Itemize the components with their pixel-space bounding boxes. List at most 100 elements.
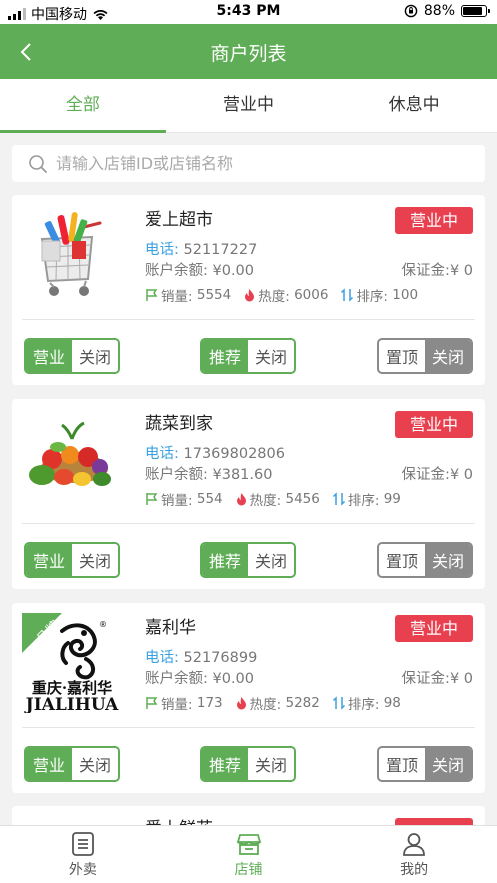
business-off-label: 关闭 <box>72 748 118 780</box>
store-card[interactable]: 爱上超市 营业中 电话: 52117227 账户余额: ¥0.00 保证金:¥ … <box>12 195 485 385</box>
business-on-label: 营业 <box>26 340 72 372</box>
pin-on-label: 置顶 <box>379 544 425 576</box>
tab-takeout[interactable]: 外卖 <box>0 826 166 883</box>
rank-stat: 排序: 98 <box>332 693 401 713</box>
tab-all[interactable]: 全部 <box>0 79 166 133</box>
sort-icon <box>332 492 345 506</box>
bottom-tab-bar: 外卖 店铺 我的 <box>0 825 497 883</box>
heat-label: 热度: <box>258 289 290 305</box>
tab-mine[interactable]: 我的 <box>331 826 497 883</box>
tab-mine-label: 我的 <box>400 862 429 878</box>
business-on-label: 营业 <box>26 748 72 780</box>
battery-icon <box>461 5 490 17</box>
store-phone: 电话: 52176899 <box>145 646 257 667</box>
store-name: 蔬菜到家 <box>145 414 213 434</box>
store-logo-jialihua: 品牌 ® 重庆·嘉利华 JIALIHUA <box>22 613 122 713</box>
rank-value: 99 <box>383 491 401 507</box>
pin-off-label: 关闭 <box>425 544 471 576</box>
page-title: 商户列表 <box>210 43 287 65</box>
divider <box>22 523 475 524</box>
registered-mark: ® <box>99 620 107 629</box>
rank-label: 排序: <box>347 697 380 713</box>
sales-stat: 销量: 5554 <box>145 285 231 305</box>
store-image-vegetables <box>22 411 122 507</box>
business-toggle[interactable]: 营业 关闭 <box>24 338 120 374</box>
recommend-off-label: 关闭 <box>248 748 294 780</box>
phone-label: 电话: <box>145 446 179 462</box>
pin-on-label: 置顶 <box>379 748 425 780</box>
business-off-label: 关闭 <box>72 340 118 372</box>
deposit: 保证金:¥ 0 <box>402 259 473 280</box>
balance-value: ¥0.00 <box>212 671 255 687</box>
account-balance: 账户余额: ¥381.60 <box>145 463 272 484</box>
sales-label: 销量: <box>161 289 193 305</box>
tab-store-label: 店铺 <box>234 862 263 878</box>
orientation-lock-icon <box>404 4 418 18</box>
recommend-toggle[interactable]: 推荐 关闭 <box>200 338 296 374</box>
store-image-cart <box>22 207 122 303</box>
phone-label: 电话: <box>145 242 179 258</box>
account-balance: 账户余额: ¥0.00 <box>145 259 254 280</box>
deposit-value: ¥ 0 <box>449 263 473 279</box>
tab-open[interactable]: 营业中 <box>166 79 332 132</box>
recommend-off-label: 关闭 <box>248 340 294 372</box>
store-card[interactable]: 爱上鲜花 <box>12 806 485 826</box>
business-on-label: 营业 <box>26 544 72 576</box>
status-badge: 营业中 <box>395 207 473 234</box>
pin-top-toggle[interactable]: 置顶 关闭 <box>377 338 473 374</box>
recommend-on-label: 推荐 <box>202 748 248 780</box>
status-badge: 营业中 <box>395 411 473 438</box>
business-toggle[interactable]: 营业 关闭 <box>24 746 120 782</box>
list-icon <box>71 832 94 856</box>
flag-icon <box>146 289 158 301</box>
fire-icon <box>236 697 246 710</box>
tab-store[interactable]: 店铺 <box>166 826 332 883</box>
recommend-toggle[interactable]: 推荐 关闭 <box>200 542 296 578</box>
heat-stat: 热度: 5456 <box>235 489 320 509</box>
rank-label: 排序: <box>347 493 380 509</box>
store-stats: 销量: 173 热度: 5282 排序: 98 <box>145 693 413 713</box>
deposit-value: ¥ 0 <box>449 671 473 687</box>
pin-top-toggle[interactable]: 置顶 关闭 <box>377 746 473 782</box>
pin-on-label: 置顶 <box>379 340 425 372</box>
store-phone: 电话: 52117227 <box>145 238 257 259</box>
sales-label: 销量: <box>161 493 193 509</box>
balance-label: 账户余额: <box>145 671 208 687</box>
store-phone: 电话: 17369802806 <box>145 442 285 463</box>
deposit-label: 保证金: <box>401 671 450 687</box>
status-badge: 营业中 <box>395 615 473 642</box>
rank-stat: 排序: 99 <box>332 489 401 509</box>
recommend-off-label: 关闭 <box>248 544 294 576</box>
divider <box>22 727 475 728</box>
fire-icon <box>245 289 255 302</box>
store-icon <box>236 834 261 855</box>
tab-resting[interactable]: 休息中 <box>331 79 497 132</box>
pin-off-label: 关闭 <box>425 748 471 780</box>
phone-label: 电话: <box>145 650 179 666</box>
store-card[interactable]: 品牌 ® 重庆·嘉利华 JIALIHUA 嘉利华 营业中 电话: 5217689… <box>12 603 485 793</box>
sales-label: 销量: <box>161 697 193 713</box>
phone-number: 52176899 <box>183 650 258 666</box>
status-bar: 中国移动 5:43 PM 88% <box>0 0 497 24</box>
search-input[interactable] <box>56 154 456 173</box>
sort-icon <box>332 696 345 710</box>
account-balance: 账户余额: ¥0.00 <box>145 667 254 688</box>
heat-value: 5456 <box>285 491 320 507</box>
store-name: 爱上超市 <box>145 210 213 230</box>
business-off-label: 关闭 <box>72 544 118 576</box>
pin-top-toggle[interactable]: 置顶 关闭 <box>377 542 473 578</box>
rank-value: 98 <box>383 695 401 711</box>
user-icon <box>403 833 426 856</box>
deposit: 保证金:¥ 0 <box>402 667 473 688</box>
business-toggle[interactable]: 营业 关闭 <box>24 542 120 578</box>
heat-stat: 热度: 5282 <box>235 693 320 713</box>
logo-en-text: JIALIHUA <box>24 695 119 713</box>
deposit-value: ¥ 0 <box>449 467 473 483</box>
heat-value: 5282 <box>285 695 320 711</box>
recommend-on-label: 推荐 <box>202 340 248 372</box>
store-card[interactable]: 蔬菜到家 营业中 电话: 17369802806 账户余额: ¥381.60 保… <box>12 399 485 589</box>
rank-value: 100 <box>392 287 419 303</box>
recommend-toggle[interactable]: 推荐 关闭 <box>200 746 296 782</box>
search-icon <box>29 154 47 173</box>
rank-label: 排序: <box>356 289 388 305</box>
